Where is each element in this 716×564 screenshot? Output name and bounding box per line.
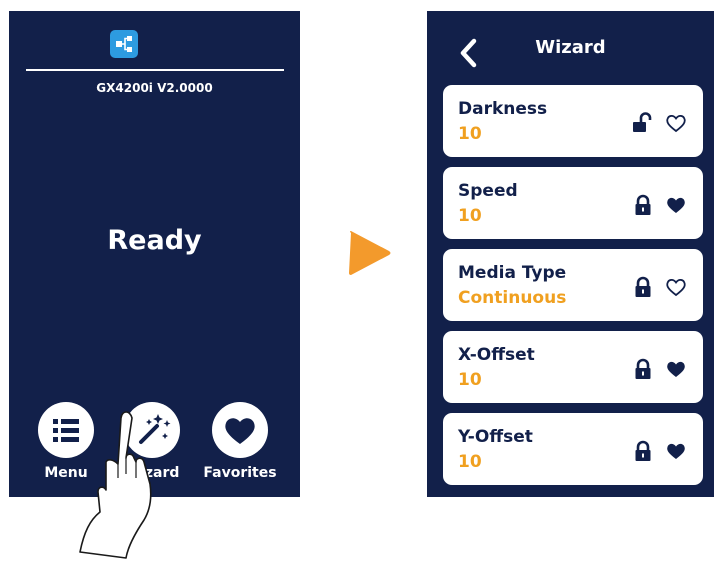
header-divider xyxy=(26,69,284,71)
wizard-item-x-offset[interactable]: X-Offset 10 xyxy=(443,331,703,403)
lock-icon[interactable] xyxy=(632,358,654,380)
item-title: X-Offset xyxy=(458,345,535,365)
hand-pointer-icon xyxy=(79,411,152,559)
heart-filled-icon[interactable] xyxy=(665,359,687,379)
item-value: 10 xyxy=(458,206,482,226)
printer-model: GX4200i V2.0000 xyxy=(96,81,213,95)
wizard-screen: Wizard Darkness 10 Speed 10 Media Type C… xyxy=(427,11,714,497)
wizard-item-y-offset[interactable]: Y-Offset 10 xyxy=(443,413,703,485)
wizard-item-speed[interactable]: Speed 10 xyxy=(443,167,703,239)
network-icon xyxy=(110,30,138,58)
wizard-item-media-type[interactable]: Media Type Continuous xyxy=(443,249,703,321)
favorites-button[interactable] xyxy=(212,402,268,458)
item-value: 10 xyxy=(458,124,482,144)
play-arrow-icon xyxy=(349,231,391,275)
heart-filled-icon[interactable] xyxy=(665,195,687,215)
item-value: 10 xyxy=(458,370,482,390)
item-title: Y-Offset xyxy=(458,427,533,447)
lock-icon[interactable] xyxy=(632,194,654,216)
item-value: Continuous xyxy=(458,288,567,308)
item-title: Darkness xyxy=(458,99,548,119)
item-title: Speed xyxy=(458,181,518,201)
lock-icon[interactable] xyxy=(632,440,654,462)
favorites-label: Favorites xyxy=(203,465,277,481)
heart-filled-icon[interactable] xyxy=(665,441,687,461)
lock-icon[interactable] xyxy=(632,276,654,298)
heart-outline-icon[interactable] xyxy=(665,277,687,297)
heart-icon xyxy=(225,418,255,444)
wizard-item-darkness[interactable]: Darkness 10 xyxy=(443,85,703,157)
item-title: Media Type xyxy=(458,263,567,283)
unlock-icon[interactable] xyxy=(632,112,654,134)
heart-outline-icon[interactable] xyxy=(665,113,687,133)
wizard-title: Wizard xyxy=(535,37,606,58)
printer-status: Ready xyxy=(107,225,202,256)
item-value: 10 xyxy=(458,452,482,472)
